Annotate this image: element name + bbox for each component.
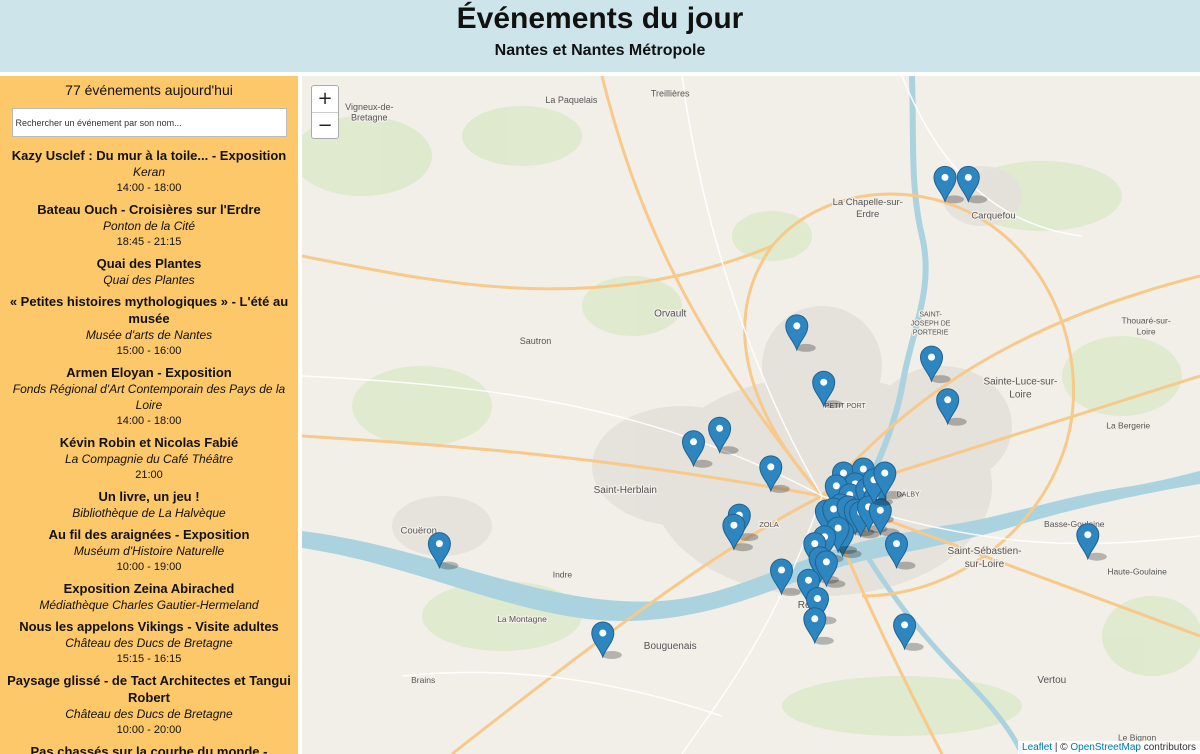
zoom-in-button[interactable]: + — [312, 86, 338, 112]
event-item[interactable]: Quai des Plantes Quai des Plantes — [0, 255, 298, 288]
event-item[interactable]: Kévin Robin et Nicolas Fabié La Compagnie… — [0, 434, 298, 483]
place-label: Erdre — [856, 209, 879, 220]
place-label: Vertou — [1037, 675, 1066, 686]
place-label: SAINT- — [919, 312, 942, 319]
event-title: Armen Eloyan - Exposition — [66, 365, 232, 380]
osm-link[interactable]: OpenStreetMap — [1070, 742, 1141, 753]
page-subtitle: Nantes et Nantes Métropole — [494, 42, 706, 59]
event-item[interactable]: Kazy Usclef : Du mur à la toile... - Exp… — [0, 147, 298, 196]
event-place: Keran — [132, 165, 166, 179]
event-time: 14:00 - 18:00 — [116, 415, 182, 427]
event-time: 15:15 - 16:15 — [116, 653, 182, 665]
place-label: Loire — [1009, 389, 1032, 400]
event-time: 10:00 - 19:00 — [116, 561, 182, 573]
place-label: Couëron — [400, 526, 436, 537]
event-place: Muséum d'Histoire Naturelle — [73, 544, 225, 558]
event-list: Kazy Usclef : Du mur à la toile... - Exp… — [0, 147, 298, 754]
event-place: Bibliothèque de La Halvèque — [72, 506, 226, 520]
event-place: Fonds Régional d'Art Contemporain des Pa… — [12, 382, 286, 412]
event-item[interactable]: Exposition Zeina Abirached Médiathèque Ch… — [0, 580, 298, 613]
map-attribution: Leaflet | © OpenStreetMap contributors — [1018, 741, 1200, 754]
place-label: Sautron — [520, 336, 552, 346]
zoom-out-button[interactable]: − — [312, 112, 338, 138]
event-title: Paysage glissé - de Tact Architectes et … — [7, 673, 291, 705]
event-time: 15:00 - 16:00 — [116, 345, 182, 357]
map-view[interactable]: La Paquelais Treillières Vigneux-de- Bretag… — [302, 76, 1200, 754]
place-label: Vigneux-de- — [345, 102, 393, 112]
event-time: 18:45 - 21:15 — [116, 236, 182, 248]
place-label: Bouguenais — [644, 641, 697, 652]
event-place: Musée d'arts de Nantes — [85, 328, 213, 342]
event-item[interactable]: Bateau Ouch - Croisières sur l'Erdre Pont… — [0, 201, 298, 250]
event-place: Château des Ducs de Bretagne — [65, 636, 233, 650]
place-label: Bretagne — [351, 113, 388, 123]
event-item[interactable]: Un livre, un jeu ! Bibliothèque de La Hal… — [0, 488, 298, 521]
event-place: Quai des Plantes — [103, 273, 195, 287]
attribution-separator: | © — [1052, 742, 1071, 753]
place-label: Indre — [553, 570, 573, 580]
event-title: Un livre, un jeu ! — [98, 489, 200, 504]
place-label: Saint-Sébastien- — [948, 546, 1022, 557]
event-title: Au fil des araignées - Exposition — [48, 527, 250, 542]
place-label: La Paquelais — [545, 95, 598, 105]
event-title: Bateau Ouch - Croisières sur l'Erdre — [37, 202, 261, 217]
event-item[interactable]: Armen Eloyan - Exposition Fonds Régional … — [0, 364, 298, 429]
event-time: 10:00 - 20:00 — [116, 724, 182, 736]
place-label: La Bergerie — [1106, 421, 1150, 431]
place-label: Treillières — [651, 88, 690, 98]
header-bar: Événements du jour Nantes et Nantes Métr… — [0, 0, 1200, 72]
place-label: Orvault — [654, 309, 686, 320]
event-title: Exposition Zeina Abirached — [63, 581, 235, 596]
event-item[interactable]: Au fil des araignées - Exposition Muséum … — [0, 526, 298, 575]
event-marker-icon[interactable] — [803, 607, 834, 645]
event-item[interactable]: Nous les appelons Vikings - Visite adult… — [0, 618, 298, 667]
place-label: Haute-Goulaine — [1107, 566, 1167, 576]
map-canvas[interactable]: La Paquelais Treillières Vigneux-de-Bretag… — [302, 76, 1200, 754]
event-marker-icon[interactable] — [1076, 523, 1107, 561]
event-count: 77 événements aujourd'hui — [65, 82, 233, 98]
event-title: Pas chassés sur la courbe du monde - Fes… — [30, 744, 268, 754]
zoom-control: + − — [311, 85, 339, 139]
event-title: Nous les appelons Vikings - Visite adult… — [19, 619, 279, 634]
event-item[interactable]: « Petites histoires mythologiques » - L'… — [0, 293, 298, 359]
place-label: Saint-Herblain — [594, 485, 657, 496]
search-input[interactable] — [11, 108, 287, 137]
page-title: Événements du jour — [456, 2, 744, 35]
event-sidebar: 77 événements aujourd'hui Kazy Usclef : … — [0, 76, 298, 754]
event-place: Château des Ducs de Bretagne — [65, 707, 233, 721]
event-title: Kazy Usclef : Du mur à la toile... - Exp… — [11, 148, 287, 163]
place-label: Sainte-Luce-sur- — [983, 377, 1057, 388]
attribution-suffix: contributors — [1140, 742, 1196, 753]
place-label: Brains — [411, 675, 435, 685]
event-time: 14:00 - 18:00 — [116, 182, 182, 194]
event-title: Kévin Robin et Nicolas Fabié — [59, 435, 239, 450]
event-title: « Petites histoires mythologiques » - L'… — [9, 294, 289, 326]
place-label: La Montagne — [497, 614, 547, 624]
place-label: Thouaré-sur- — [1122, 316, 1171, 326]
place-label: Loire — [1137, 326, 1156, 336]
place-label: sur-Loire — [965, 559, 1005, 570]
place-label: PORTERIE — [913, 329, 949, 336]
place-label: Carquefou — [971, 210, 1015, 221]
event-time: 21:00 — [135, 469, 163, 481]
event-item[interactable]: Pas chassés sur la courbe du monde - Fes… — [0, 743, 298, 754]
place-label: JOSEPH DE — [911, 321, 951, 328]
place-label: ZOLA — [759, 520, 779, 529]
leaflet-link[interactable]: Leaflet — [1022, 742, 1052, 753]
event-place: Médiathèque Charles Gautier-Hermeland — [39, 598, 259, 612]
event-place: La Compagnie du Café Théâtre — [64, 452, 234, 466]
place-label: La Chapelle-sur- — [833, 197, 903, 208]
event-item[interactable]: Paysage glissé - de Tact Architectes et … — [0, 672, 298, 738]
event-title: Quai des Plantes — [96, 256, 202, 271]
event-place: Ponton de la Cité — [102, 219, 196, 233]
